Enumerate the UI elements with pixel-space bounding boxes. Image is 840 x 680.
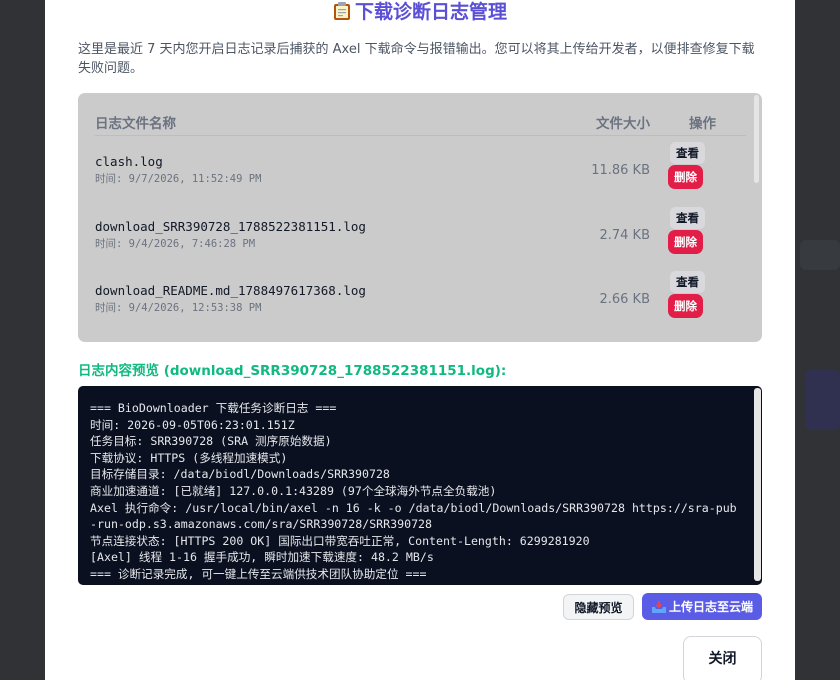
- log-files-table: 日志文件名称 文件大小 操作 clash.log 时间: 9/7/2026, 1…: [78, 93, 762, 342]
- log-line: 时间: 2026-09-05T06:23:01.151Z: [90, 417, 295, 432]
- file-time: 时间: 9/4/2026, 7:46:28 PM: [95, 238, 256, 250]
- preview-label: 日志内容预览 (download_SRR390728_1788522381151…: [78, 363, 507, 379]
- dialog-title-text: 下载诊断日志管理: [354, 1, 507, 23]
- view-log-button[interactable]: 查看: [670, 207, 705, 229]
- log-preview-console: === BioDownloader 下载任务诊断日志 === 时间: 2026-…: [78, 386, 762, 585]
- log-line: 目标存储目录: /data/biodl/Downloads/SRR390728: [90, 467, 390, 482]
- file-name: download_README.md_1788497617368.log: [95, 283, 366, 298]
- header-actions: 操作: [689, 116, 716, 132]
- upload-button-label: 上传日志至云端: [668, 600, 753, 614]
- table-row: download_README.md_1788497617368.log 时间:…: [95, 271, 746, 342]
- hide-preview-button[interactable]: 隐藏预览: [563, 594, 634, 620]
- header-file-name: 日志文件名称: [95, 116, 176, 132]
- close-button[interactable]: 关闭: [683, 636, 762, 680]
- upload-log-button[interactable]: 上传日志至云端: [642, 593, 762, 620]
- file-size: 2.74 KB: [599, 228, 650, 243]
- table-header: 日志文件名称 文件大小 操作: [95, 109, 746, 136]
- dialog-description: 这里是最近 7 天内您开启日志记录后捕获的 Axel 下载命令与报错输出。您可以…: [78, 42, 755, 76]
- delete-log-button[interactable]: 删除: [668, 294, 703, 318]
- header-file-size: 文件大小: [596, 116, 650, 132]
- file-name: clash.log: [95, 154, 163, 169]
- log-manager-dialog: 下载诊断日志管理 这里是最近 7 天内您开启日志记录后捕获的 Axel 下载命令…: [45, 0, 795, 680]
- delete-log-button[interactable]: 删除: [668, 165, 703, 189]
- file-size: 2.66 KB: [599, 292, 650, 307]
- inbox-tray-icon: [651, 600, 667, 614]
- view-log-button[interactable]: 查看: [670, 271, 705, 293]
- log-line: Axel 执行命令: /usr/local/bin/axel -n 16 -k …: [90, 500, 737, 532]
- file-time: 时间: 9/4/2026, 12:53:38 PM: [95, 302, 262, 314]
- dialog-title: 下载诊断日志管理: [45, 0, 795, 26]
- table-row: download_SRR390728_1788522381151.log 时间:…: [95, 207, 746, 283]
- table-row: clash.log 时间: 9/7/2026, 11:52:49 PM 11.8…: [95, 142, 746, 218]
- delete-log-button[interactable]: 删除: [668, 230, 703, 254]
- console-scrollbar[interactable]: [754, 388, 761, 581]
- log-line: 下载协议: HTTPS (多线程加速模式): [90, 450, 288, 465]
- log-line: [Axel] 线程 1-16 握手成功, 瞬时加速下载速度: 48.2 MB/s: [90, 550, 434, 565]
- log-line: 商业加速通道: [已就绪] 127.0.0.1:43289 (97个全球海外节点…: [90, 483, 497, 498]
- clipboard-icon: [333, 1, 351, 21]
- log-line: 任务目标: SRR390728 (SRA 测序原始数据): [90, 434, 332, 449]
- log-line: === 诊断记录完成, 可一键上传至云端供技术团队协助定位 ===: [90, 566, 427, 581]
- table-scrollbar[interactable]: [754, 95, 759, 183]
- file-name: download_SRR390728_1788522381151.log: [95, 219, 366, 234]
- file-size: 11.86 KB: [591, 163, 650, 178]
- view-log-button[interactable]: 查看: [670, 142, 705, 164]
- file-time: 时间: 9/7/2026, 11:52:49 PM: [95, 173, 262, 185]
- log-line: 节点连接状态: [HTTPS 200 OK] 国际出口带宽吞吐正常, Conte…: [90, 533, 590, 548]
- log-line: === BioDownloader 下载任务诊断日志 ===: [90, 401, 337, 415]
